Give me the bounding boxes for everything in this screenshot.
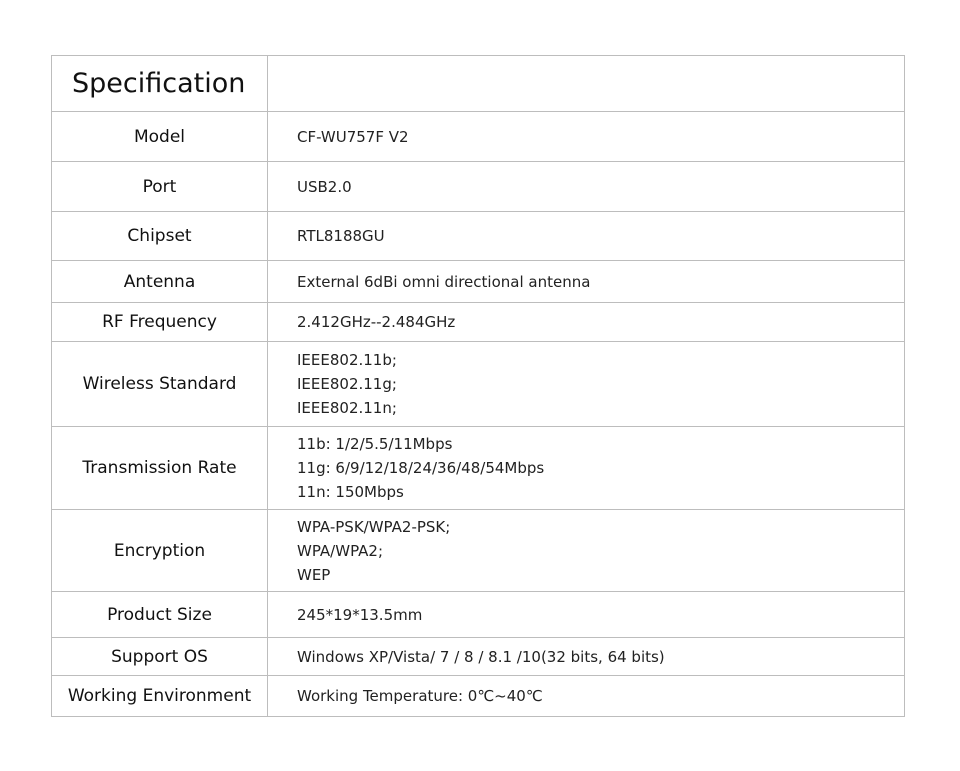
spec-value-line: IEEE802.11n; xyxy=(297,399,397,417)
spec-label-product-size: Product Size xyxy=(51,591,268,638)
spec-label-rf-frequency: RF Frequency xyxy=(51,302,268,342)
spec-value-line: 245*19*13.5mm xyxy=(297,605,423,624)
spec-label-transmission-rate: Transmission Rate xyxy=(51,426,268,510)
spec-row-chipset: Chipset RTL8188GU xyxy=(51,211,905,261)
spec-value-model: CF-WU757F V2 xyxy=(267,111,905,162)
spec-row-support-os: Support OS Windows XP/Vista/ 7 / 8 / 8.1… xyxy=(51,637,905,676)
spec-value-wireless-standard: IEEE802.11b; IEEE802.11g; IEEE802.11n; xyxy=(267,341,905,427)
spec-value-line: Windows XP/Vista/ 7 / 8 / 8.1 /10(32 bit… xyxy=(297,647,665,666)
spec-value-line: CF-WU757F V2 xyxy=(297,127,409,146)
spec-value-encryption: WPA-PSK/WPA2-PSK; WPA/WPA2; WEP xyxy=(267,509,905,592)
title-empty-cell xyxy=(267,55,905,112)
spec-value-line: WPA/WPA2; xyxy=(297,541,384,560)
spec-value-line: RTL8188GU xyxy=(297,227,385,245)
spec-label-support-os: Support OS xyxy=(51,637,268,676)
spec-row-encryption: Encryption WPA-PSK/WPA2-PSK; WPA/WPA2; W… xyxy=(51,509,905,592)
spec-row-antenna: Antenna External 6dBi omni directional a… xyxy=(51,260,905,303)
spec-label-model: Model xyxy=(51,111,268,162)
spec-value-chipset: RTL8188GU xyxy=(267,211,905,261)
spec-label-encryption: Encryption xyxy=(51,509,268,592)
spec-value-line: 11g: 6/9/12/18/24/36/48/54Mbps xyxy=(297,459,545,477)
spec-value-line: USB2.0 xyxy=(297,177,352,196)
spec-value-line: IEEE802.11g; xyxy=(297,375,397,393)
spec-row-transmission-rate: Transmission Rate 11b: 1/2/5.5/11Mbps 11… xyxy=(51,426,905,510)
spec-value-rf-frequency: 2.412GHz--2.484GHz xyxy=(267,302,905,342)
spec-value-line: 11b: 1/2/5.5/11Mbps xyxy=(297,435,453,453)
spec-label-chipset: Chipset xyxy=(51,211,268,261)
spec-title: Specification xyxy=(51,55,268,112)
specification-table: Specification Model CF-WU757F V2 Port US… xyxy=(51,55,905,717)
spec-label-antenna: Antenna xyxy=(51,260,268,303)
spec-value-antenna: External 6dBi omni directional antenna xyxy=(267,260,905,303)
spec-value-working-environment: Working Temperature: 0℃~40℃ xyxy=(267,675,905,717)
spec-row-product-size: Product Size 245*19*13.5mm xyxy=(51,591,905,638)
spec-row-wireless-standard: Wireless Standard IEEE802.11b; IEEE802.1… xyxy=(51,341,905,427)
spec-row-working-environment: Working Environment Working Temperature:… xyxy=(51,675,905,717)
title-row: Specification xyxy=(51,55,905,112)
spec-value-line: WEP xyxy=(297,565,331,584)
spec-row-port: Port USB2.0 xyxy=(51,161,905,212)
spec-value-line: IEEE802.11b; xyxy=(297,351,397,369)
spec-value-transmission-rate: 11b: 1/2/5.5/11Mbps 11g: 6/9/12/18/24/36… xyxy=(267,426,905,510)
spec-value-port: USB2.0 xyxy=(267,161,905,212)
spec-value-support-os: Windows XP/Vista/ 7 / 8 / 8.1 /10(32 bit… xyxy=(267,637,905,676)
spec-label-working-environment: Working Environment xyxy=(51,675,268,717)
spec-value-product-size: 245*19*13.5mm xyxy=(267,591,905,638)
spec-value-line: 11n: 150Mbps xyxy=(297,483,404,501)
spec-value-line: WPA-PSK/WPA2-PSK; xyxy=(297,517,451,536)
spec-value-line: External 6dBi omni directional antenna xyxy=(297,272,591,291)
spec-row-model: Model CF-WU757F V2 xyxy=(51,111,905,162)
spec-value-line: Working Temperature: 0℃~40℃ xyxy=(297,687,543,705)
spec-label-port: Port xyxy=(51,161,268,212)
spec-value-line: 2.412GHz--2.484GHz xyxy=(297,313,456,331)
spec-row-rf-frequency: RF Frequency 2.412GHz--2.484GHz xyxy=(51,302,905,342)
spec-label-wireless-standard: Wireless Standard xyxy=(51,341,268,427)
